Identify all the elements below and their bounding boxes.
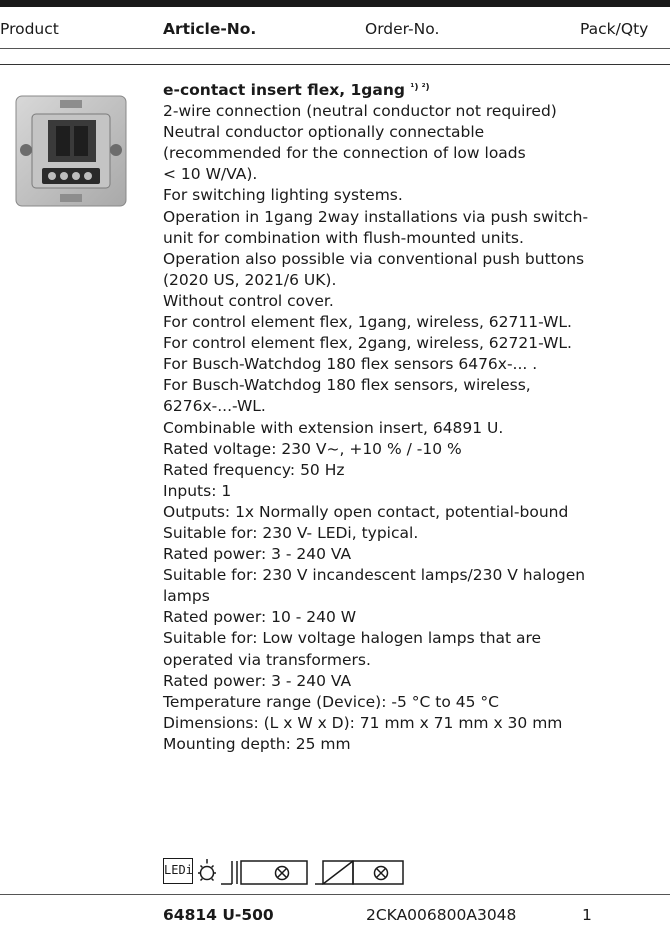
description-lines: 2-wire connection (neutral conductor not… [163, 101, 663, 755]
product-title: e-contact insert flex, 1gang ¹) ²) [163, 80, 663, 101]
transformer-halogen-icon [221, 860, 308, 885]
header-divider [0, 48, 670, 49]
column-header-article-no: Article-No. [163, 20, 257, 38]
description-line: Combinable with extension insert, 64891 … [163, 418, 504, 437]
description-line: Neutral conductor optionally connectable [163, 123, 485, 142]
column-header-pack-qty: Pack/Qty [580, 20, 649, 38]
incandescent-lamp-icon [198, 859, 216, 882]
description-line: Rated power: 3 - 240 VA [163, 545, 352, 564]
lamp-symbols [198, 859, 404, 885]
led-dimmable-icon: LEDi [163, 858, 193, 884]
description-line: Dimensions: (L x W x D): 71 mm x 71 mm x… [163, 713, 563, 732]
top-bar [0, 0, 670, 7]
description-line: lamps [163, 587, 210, 606]
description-line: For control element flex, 2gang, wireles… [163, 334, 572, 353]
description-line: Rated voltage: 230 V~, +10 % / -10 % [163, 439, 462, 458]
description-line: Operation in 1gang 2way installations vi… [163, 207, 589, 226]
description-line: operated via transformers. [163, 650, 371, 669]
product-image [12, 90, 130, 210]
order-number: 2CKA006800A3048 [366, 906, 517, 924]
column-header-order-no: Order-No. [365, 20, 440, 38]
description-line: Rated frequency: 50 Hz [163, 460, 345, 479]
description-line: Rated power: 10 - 240 W [163, 608, 357, 627]
description-line: 6276x-...-WL. [163, 397, 266, 416]
description-line: Outputs: 1x Normally open contact, poten… [163, 502, 569, 521]
description-line: For Busch-Watchdog 180 flex sensors, wir… [163, 376, 531, 395]
description-line: Suitable for: 230 V- LEDi, typical. [163, 523, 419, 542]
row-divider [0, 894, 670, 895]
description-line: For switching lighting systems. [163, 186, 403, 205]
load-type-icons: LEDi [163, 858, 409, 886]
description-line: < 10 W/VA). [163, 165, 258, 184]
description-line: Rated power: 3 - 240 VA [163, 671, 352, 690]
description-line: Mounting depth: 25 mm [163, 734, 351, 753]
article-number: 64814 U-500 [163, 906, 274, 924]
product-title-text: e-contact insert flex, 1gang [163, 81, 405, 99]
description-line: Inputs: 1 [163, 481, 232, 500]
product-description: e-contact insert flex, 1gang ¹) ²) 2-wir… [163, 80, 663, 755]
description-line: Operation also possible via conventional… [163, 249, 585, 268]
electronic-transformer-icon [315, 860, 404, 885]
description-line: unit for combination with flush-mounted … [163, 228, 524, 247]
pack-quantity: 1 [582, 906, 592, 924]
description-line: 2-wire connection (neutral conductor not… [163, 102, 557, 121]
description-line: For control element flex, 1gang, wireles… [163, 313, 572, 332]
description-line: (recommended for the connection of low l… [163, 144, 526, 163]
description-line: (2020 US, 2021/6 UK). [163, 270, 337, 289]
section-divider [0, 64, 670, 65]
description-line: Temperature range (Device): -5 °C to 45 … [163, 692, 499, 711]
description-line: For Busch-Watchdog 180 flex sensors 6476… [163, 355, 538, 374]
column-header-product: Product [0, 20, 59, 38]
description-line: Without control cover. [163, 291, 334, 310]
description-line: Suitable for: Low voltage halogen lamps … [163, 629, 542, 648]
footnote-marks: ¹) ²) [410, 83, 430, 93]
description-line: Suitable for: 230 V incandescent lamps/2… [163, 566, 586, 585]
